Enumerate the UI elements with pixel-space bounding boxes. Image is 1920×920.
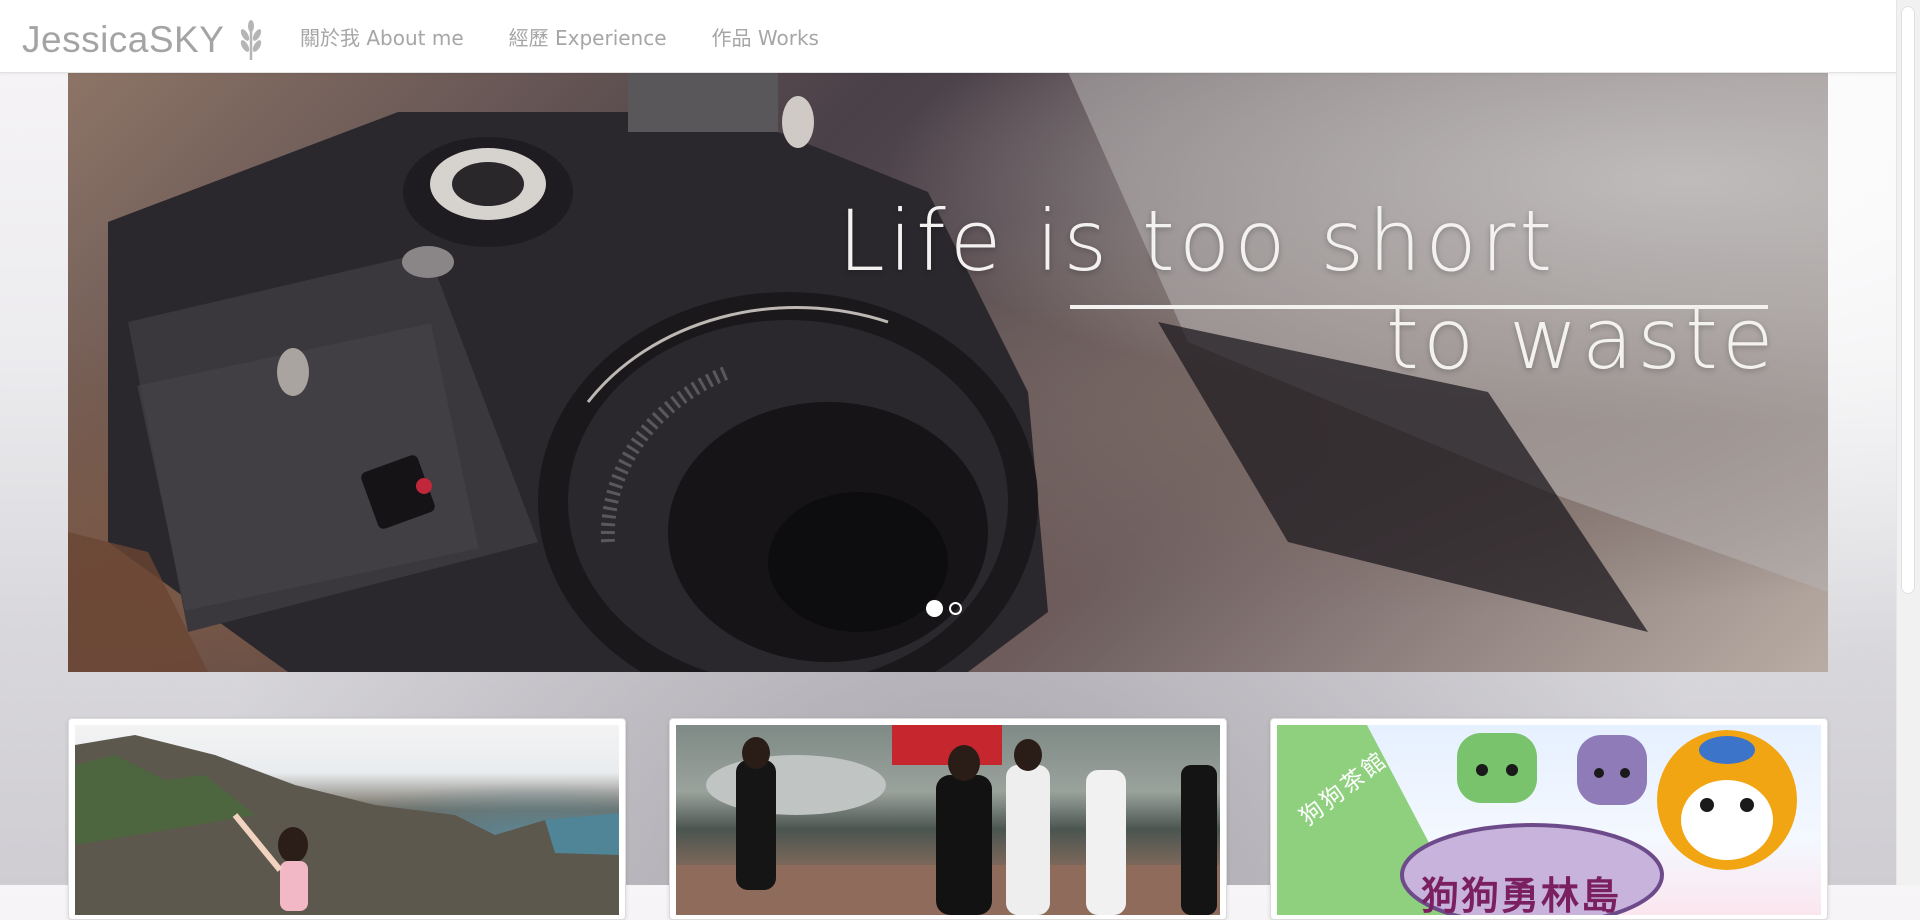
dog-cafe-title: 狗狗勇林島	[1421, 874, 1622, 918]
caption-line-2: to waste	[1386, 290, 1778, 388]
works-card-row: 狗狗茶館 狗狗勇林島	[68, 718, 1828, 920]
page-scrollbar[interactable]	[1896, 0, 1920, 885]
work-card-coast[interactable]	[68, 718, 626, 920]
nav-experience[interactable]: 經歷 Experience	[509, 22, 667, 51]
caption-line-1: Life is too short	[838, 192, 1557, 290]
basketball-photo	[676, 725, 1220, 915]
brand-name: JessicaSKY	[22, 19, 225, 60]
nav-menu: 關於我 About me 經歷 Experience 作品 Works	[300, 22, 864, 51]
slide-caption: Life is too short to waste	[68, 72, 1828, 672]
work-card-basketball[interactable]	[669, 718, 1227, 920]
work-card-dog-cafe[interactable]: 狗狗茶館 狗狗勇林島	[1270, 718, 1828, 920]
nav-about-me[interactable]: 關於我 About me	[300, 22, 464, 51]
nav-works[interactable]: 作品 Works	[712, 22, 819, 51]
coast-photo	[75, 725, 619, 915]
hero-carousel[interactable]: Life is too short to waste	[68, 72, 1828, 672]
scrollbar-thumb[interactable]	[1901, 6, 1915, 594]
carousel-dot-1[interactable]	[926, 600, 943, 617]
wheat-logo-icon	[241, 20, 262, 60]
brand-link[interactable]: JessicaSKY	[22, 16, 264, 64]
carousel-indicators	[926, 600, 968, 617]
top-navbar: JessicaSKY 關於我 About me 經歷 Experience 作品…	[0, 0, 1920, 73]
carousel-dot-2[interactable]	[949, 602, 962, 615]
